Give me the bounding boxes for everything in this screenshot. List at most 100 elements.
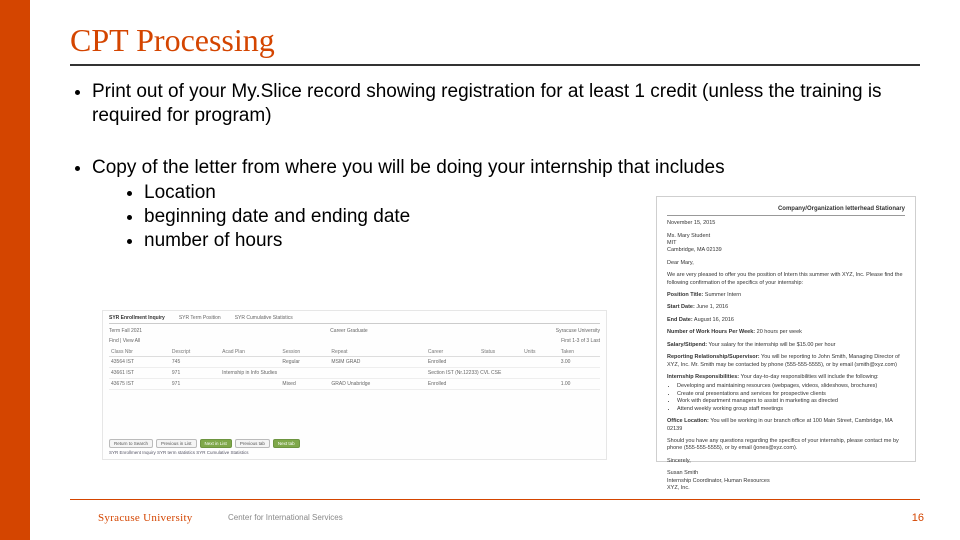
th-taken: Taken: [559, 348, 600, 357]
letter-hours: Number of Work Hours Per Week: 20 hours …: [667, 329, 905, 336]
letter-reporting: Reporting Relationship/Supervisor: You w…: [667, 354, 905, 369]
value: Summer Intern: [705, 292, 741, 298]
label: Reporting Relationship/Supervisor:: [667, 354, 760, 360]
myslice-record-image: SYR Enrollment Inquiry SYR Term Position…: [102, 310, 607, 460]
bullet-2-text: Copy of the letter from where you will b…: [92, 157, 725, 178]
resp-item: Developing and maintaining resources (we…: [677, 383, 905, 390]
letter-signer: Susan Smith Internship Coordinator, Huma…: [667, 470, 905, 492]
record-pager-row: Find | View All First 1-3 of 3 Last: [109, 338, 600, 344]
cell: 971: [170, 368, 220, 379]
label: End Date:: [667, 317, 693, 323]
letter-start: Start Date: June 1, 2016: [667, 304, 905, 311]
th-repeat: Repeat: [329, 348, 426, 357]
th-session: Session: [280, 348, 329, 357]
label: Salary/Stipend:: [667, 342, 707, 348]
label: Position Title:: [667, 292, 703, 298]
letter-address: Ms. Mary Student MIT Cambridge, MA 02139: [667, 233, 905, 255]
record-pager-label: Find | View All: [109, 338, 140, 344]
cell: 3.00: [559, 357, 600, 368]
record-footer-links: SYR Enrollment Inquiry SYR term statisti…: [109, 450, 600, 455]
record-footer: Return to Search Previous in List Next i…: [109, 439, 600, 455]
slide: CPT Processing Print out of your My.Slic…: [0, 0, 960, 540]
value: August 16, 2016: [694, 317, 734, 323]
btn-next-list: Next in List: [200, 439, 232, 448]
signer-name: Susan Smith: [667, 470, 905, 477]
letter-date: November 15, 2015: [667, 220, 905, 227]
letter-intro: We are very pleased to offer you the pos…: [667, 272, 905, 287]
cell: MSIM GRAD: [329, 357, 426, 368]
letter-location: Office Location: You will be working in …: [667, 418, 905, 433]
label: Start Date:: [667, 304, 695, 310]
label: Internship Responsibilities:: [667, 374, 739, 380]
label: Office Location:: [667, 418, 709, 424]
record-tabs: SYR Enrollment Inquiry SYR Term Position…: [109, 315, 600, 324]
record-term-row: Term Fall 2021 Career Graduate Syracuse …: [109, 328, 600, 334]
cell: 971: [170, 379, 220, 390]
record-tab-3: SYR Cumulative Statistics: [235, 315, 293, 321]
cell: Internship in Info Studies: [220, 368, 426, 379]
cell: Enrolled: [426, 379, 479, 390]
table-row: 43675 IST 971 Mixed GRAD Unabridge Enrol…: [109, 379, 600, 390]
footer-divider: [70, 499, 920, 500]
cell: [522, 357, 559, 368]
letter-to1: Ms. Mary Student: [667, 233, 905, 240]
th-status: Status: [479, 348, 522, 357]
cell: [479, 357, 522, 368]
value: June 1, 2016: [696, 304, 728, 310]
record-term: Term Fall 2021: [109, 328, 142, 334]
letter-signoff: Sincerely,: [667, 458, 905, 465]
cell: [479, 379, 522, 390]
btn-prev-tab: Previous tab: [235, 439, 270, 448]
record-table: Class Nbr Descript Acad Plan Session Rep…: [109, 348, 600, 390]
th-acadplan: Acad Plan: [220, 348, 280, 357]
th-units: Units: [522, 348, 559, 357]
letter-closing: Should you have any questions regarding …: [667, 438, 905, 453]
syracuse-logo: Syracuse University: [98, 512, 193, 524]
resp-item: Attend weekly working group staff meetin…: [677, 406, 905, 413]
bullet-1: Print out of your My.Slice record showin…: [92, 80, 920, 128]
btn-prev-list: Previous in List: [156, 439, 197, 448]
value: Your salary for the internship will be $…: [708, 342, 835, 348]
table-row: 43661 IST 971 Internship in Info Studies…: [109, 368, 600, 379]
cell: 745: [170, 357, 220, 368]
footer-center-text: Center for International Services: [228, 513, 343, 522]
letter-salary: Salary/Stipend: Your salary for the inte…: [667, 342, 905, 349]
cell: 1.00: [559, 379, 600, 390]
accent-bar: [0, 0, 30, 540]
cell: [522, 379, 559, 390]
record-tab-2: SYR Term Position: [179, 315, 221, 321]
btn-next-tab: Next tab: [273, 439, 300, 448]
btn-return: Return to Search: [109, 439, 153, 448]
th-classnbr: Class Nbr: [109, 348, 170, 357]
letter-end: End Date: August 16, 2016: [667, 317, 905, 324]
record-tab-1: SYR Enrollment Inquiry: [109, 315, 165, 321]
letter-position: Position Title: Summer Intern: [667, 292, 905, 299]
record-inst: Syracuse University: [556, 328, 600, 334]
page-number: 16: [912, 512, 924, 524]
value: 20 hours per week: [757, 329, 802, 335]
cell: 43661 IST: [109, 368, 170, 379]
resp-item: Create oral presentations and services f…: [677, 391, 905, 398]
cell: Section IST (Nr.12233) CVL CSE: [426, 368, 600, 379]
cell: [220, 379, 280, 390]
resp-item: Work with department managers to assist …: [677, 398, 905, 405]
cell: 43675 IST: [109, 379, 170, 390]
letter-to2: MIT: [667, 240, 905, 247]
record-pager-range: First 1-3 of 3 Last: [561, 338, 600, 344]
signer-company: XYZ, Inc.: [667, 485, 905, 492]
cell: Mixed: [280, 379, 329, 390]
internship-letter-image: Company/Organization letterhead Stationa…: [656, 196, 916, 462]
slide-title: CPT Processing: [70, 22, 275, 59]
th-descript: Descript: [170, 348, 220, 357]
letter-to3: Cambridge, MA 02139: [667, 247, 905, 254]
cell: Enrolled: [426, 357, 479, 368]
cell: Regular: [280, 357, 329, 368]
letter-greeting: Dear Mary,: [667, 260, 905, 267]
table-row: 43564 IST 745 Regular MSIM GRAD Enrolled…: [109, 357, 600, 368]
letter-responsibilities: Internship Responsibilities: Your day-to…: [667, 374, 905, 413]
cell: [220, 357, 280, 368]
value: Your day-to-day responsibilities will in…: [741, 374, 879, 380]
cell: 43564 IST: [109, 357, 170, 368]
label: Number of Work Hours Per Week:: [667, 329, 755, 335]
cell: GRAD Unabridge: [329, 379, 426, 390]
